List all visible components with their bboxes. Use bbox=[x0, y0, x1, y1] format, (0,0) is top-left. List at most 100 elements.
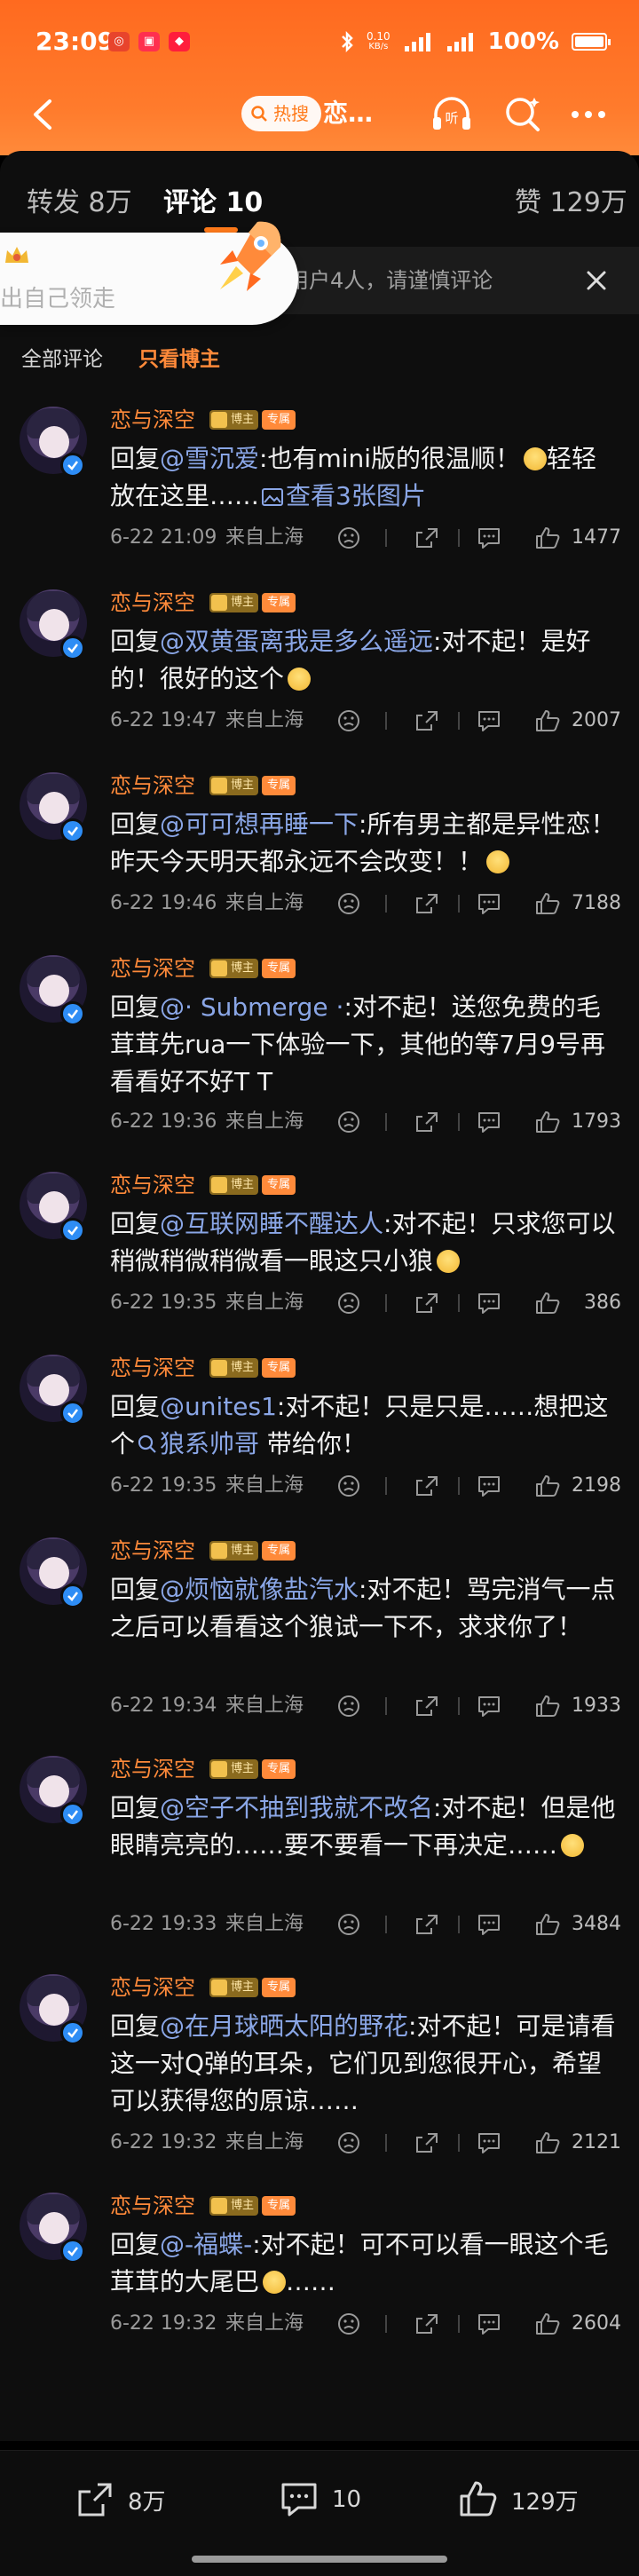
tab-likes[interactable]: 赞 129万 bbox=[515, 172, 627, 234]
mention-link[interactable]: @双黄蛋离我是多么遥远 bbox=[160, 627, 433, 656]
mention-link[interactable]: @互联网睡不醒达人 bbox=[160, 1209, 383, 1238]
share-icon[interactable] bbox=[414, 1291, 440, 1316]
comment-item[interactable]: 恋与深空 博主 专属 回复@双黄蛋离我是多么遥远:对不起！是好的！很好的这个 6… bbox=[0, 589, 639, 755]
comment-item[interactable]: 恋与深空 博主 专属 回复@雪沉爱:也有mini版的很温顺！ 轻轻放在这里…… 查看… bbox=[0, 407, 639, 572]
home-indicator[interactable] bbox=[192, 2556, 447, 2563]
share-icon[interactable] bbox=[414, 708, 440, 733]
comment-item[interactable]: 恋与深空 博主 专属 回复@在月球晒太阳的野花:对不起！可是请看这一对Q弹的耳朵… bbox=[0, 1974, 639, 2175]
like-icon[interactable] bbox=[534, 1110, 561, 1134]
listen-icon[interactable]: 听 bbox=[428, 91, 476, 138]
dislike-icon[interactable] bbox=[335, 708, 362, 733]
like-icon[interactable] bbox=[534, 1694, 561, 1719]
reply-icon[interactable] bbox=[476, 708, 502, 733]
share-icon[interactable] bbox=[414, 2311, 440, 2336]
share-icon[interactable] bbox=[414, 891, 440, 916]
svg-text:听: 听 bbox=[445, 110, 458, 126]
mention-link[interactable]: @空子不抽到我就不改名 bbox=[160, 1793, 433, 1822]
mention-link[interactable]: @unites1 bbox=[160, 1392, 277, 1421]
mention-link[interactable]: @· Submerge · bbox=[160, 992, 343, 1022]
promo-banner[interactable]: 出自己领走 bbox=[0, 221, 298, 325]
username[interactable]: 恋与深空 bbox=[110, 1972, 195, 2003]
dislike-icon[interactable] bbox=[335, 2311, 362, 2336]
username[interactable]: 恋与深空 bbox=[110, 1170, 195, 1200]
search-icon[interactable] bbox=[499, 91, 547, 138]
like-icon[interactable] bbox=[534, 2311, 561, 2336]
mention-link[interactable]: @-福蝶- bbox=[160, 2230, 252, 2259]
search-topic-link[interactable]: 狼系帅哥 bbox=[160, 1429, 259, 1458]
mention-link[interactable]: @烦恼就像盐汽水 bbox=[160, 1575, 359, 1604]
close-icon[interactable] bbox=[580, 265, 612, 296]
username[interactable]: 恋与深空 bbox=[110, 2191, 195, 2221]
comment-meta: 6-22 19:35 来自上海 386 bbox=[110, 1285, 621, 1321]
like-count: 1793 bbox=[572, 1110, 621, 1133]
filter-all-comments[interactable]: 全部评论 bbox=[21, 339, 103, 380]
reply-icon[interactable] bbox=[476, 2311, 502, 2336]
reply-icon[interactable] bbox=[476, 525, 502, 550]
reply-icon[interactable] bbox=[476, 891, 502, 916]
comment-item[interactable]: 恋与深空 博主 专属 回复@可可想再睡一下:所有男主都是异性恋！昨天今天明天都永… bbox=[0, 772, 639, 937]
status-time: 23:09 bbox=[36, 27, 115, 56]
comment-item[interactable]: 恋与深空 博主 专属 回复@空子不抽到我就不改名:对不起！但是他眼睛亮亮的……要… bbox=[0, 1756, 639, 1956]
dislike-icon[interactable] bbox=[335, 1110, 362, 1134]
like-icon[interactable] bbox=[534, 891, 561, 916]
badge-fan: 专属 bbox=[262, 1759, 296, 1779]
like-icon[interactable] bbox=[534, 1912, 561, 1937]
reply-icon[interactable] bbox=[476, 1912, 502, 1937]
reply-icon[interactable] bbox=[476, 1474, 502, 1498]
share-icon[interactable] bbox=[414, 525, 440, 550]
like-icon[interactable] bbox=[534, 1474, 561, 1498]
reply-icon[interactable] bbox=[476, 1694, 502, 1719]
dislike-icon[interactable] bbox=[335, 891, 362, 916]
username[interactable]: 恋与深空 bbox=[110, 405, 195, 435]
like-icon[interactable] bbox=[534, 1291, 561, 1316]
reply-icon[interactable] bbox=[476, 2130, 502, 2155]
mention-link[interactable]: @可可想再睡一下 bbox=[160, 810, 359, 839]
like-icon[interactable] bbox=[534, 2130, 561, 2155]
reply-icon[interactable] bbox=[476, 1110, 502, 1134]
badge-boss: 博主 bbox=[209, 1175, 259, 1195]
share-icon[interactable] bbox=[414, 1474, 440, 1498]
username[interactable]: 恋与深空 bbox=[110, 953, 195, 984]
tab-repost[interactable]: 转发 8万 bbox=[27, 172, 132, 234]
like-count: 386 bbox=[584, 1292, 621, 1314]
comment-item[interactable]: 恋与深空 博主 专属 回复@互联网睡不醒达人:对不起！只求您可以稍微稍微稍微看一… bbox=[0, 1172, 639, 1337]
filter-owner-only[interactable]: 只看博主 bbox=[138, 339, 220, 380]
dislike-icon[interactable] bbox=[335, 1291, 362, 1316]
mention-link[interactable]: @雪沉爱 bbox=[160, 444, 259, 473]
share-icon[interactable] bbox=[414, 1912, 440, 1937]
comment-item[interactable]: 恋与深空 博主 专属 回复@unites1:对不起！只是只是……想把这个 狼系帅哥… bbox=[0, 1355, 639, 1520]
dislike-icon[interactable] bbox=[335, 1474, 362, 1498]
emoji-icon bbox=[561, 1834, 585, 1857]
dislike-icon[interactable] bbox=[335, 2130, 362, 2155]
badges: 博主 专属 bbox=[209, 1978, 296, 1997]
username[interactable]: 恋与深空 bbox=[110, 1536, 195, 1566]
comment-item[interactable]: 恋与深空 博主 专属 回复@烦恼就像盐汽水:对不起！骂完消气一点之后可以看看这个… bbox=[0, 1537, 639, 1738]
view-images-link[interactable]: 查看3张图片 bbox=[286, 481, 426, 510]
dislike-icon[interactable] bbox=[335, 525, 362, 550]
share-icon[interactable] bbox=[414, 2130, 440, 2155]
like-icon[interactable] bbox=[534, 525, 561, 550]
username[interactable]: 恋与深空 bbox=[110, 1353, 195, 1383]
like-icon[interactable] bbox=[534, 708, 561, 733]
badges: 博主 专属 bbox=[209, 1541, 296, 1561]
username[interactable]: 恋与深空 bbox=[110, 770, 195, 801]
comment-item[interactable]: 恋与深空 博主 专属 回复@-福蝶-:对不起！可不可以看一眼这个毛茸茸的大尾巴…… bbox=[0, 2193, 639, 2358]
comment-button[interactable]: 10 bbox=[279, 2477, 361, 2522]
username[interactable]: 恋与深空 bbox=[110, 1754, 195, 1784]
repost-button[interactable]: 8万 bbox=[75, 2477, 166, 2522]
hot-search-badge[interactable]: 热搜 bbox=[241, 96, 321, 131]
dislike-icon[interactable] bbox=[335, 1912, 362, 1937]
back-button[interactable] bbox=[21, 92, 66, 137]
like-count: 2007 bbox=[572, 709, 621, 731]
username[interactable]: 恋与深空 bbox=[110, 588, 195, 618]
more-icon[interactable] bbox=[564, 91, 612, 138]
comment-item[interactable]: 恋与深空 博主 专属 回复@· Submerge ·:对不起！送您免费的毛茸茸先… bbox=[0, 955, 639, 1138]
like-button[interactable]: 129万 bbox=[458, 2477, 579, 2522]
dislike-icon[interactable] bbox=[335, 1694, 362, 1719]
reply-icon[interactable] bbox=[476, 1291, 502, 1316]
topic-title[interactable]: 恋… bbox=[323, 96, 373, 131]
share-icon[interactable] bbox=[414, 1110, 440, 1134]
mention-link[interactable]: @在月球晒太阳的野花 bbox=[160, 2011, 408, 2041]
badge-fan: 专属 bbox=[262, 1175, 296, 1195]
share-icon[interactable] bbox=[414, 1694, 440, 1719]
